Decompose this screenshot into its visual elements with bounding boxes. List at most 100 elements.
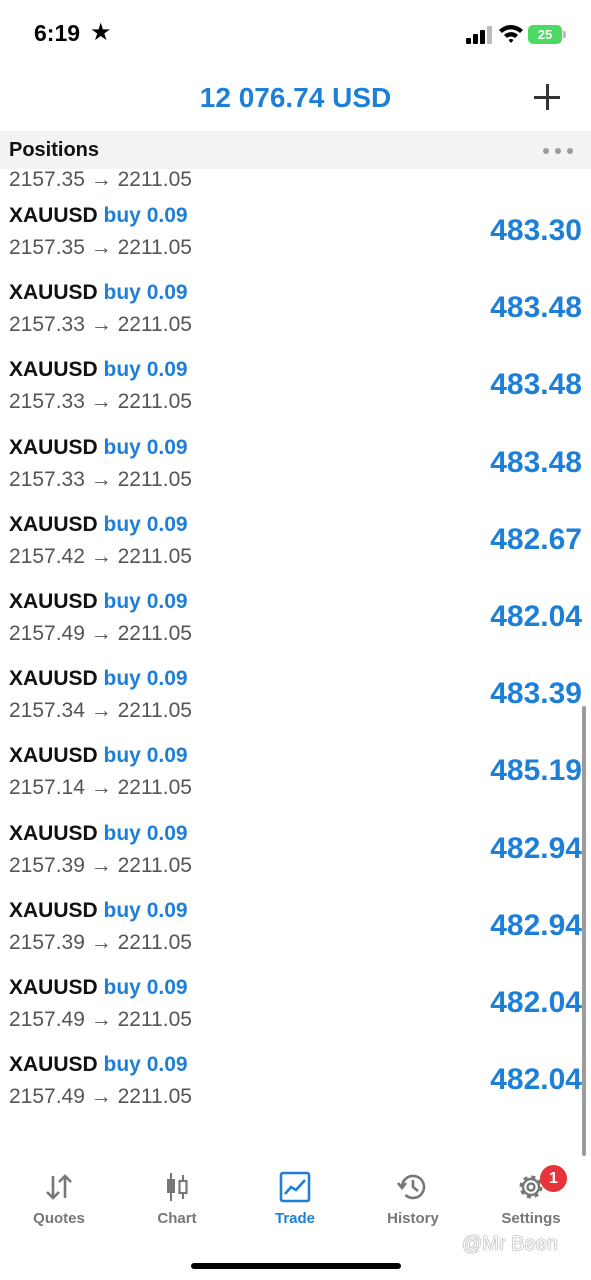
position-title: XAUUSD buy 0.09 [9, 358, 188, 382]
tab-label: Quotes [33, 1210, 85, 1227]
position-title: XAUUSD buy 0.09 [9, 822, 188, 846]
position-symbol: XAUUSD [9, 976, 98, 999]
position-profit: 482.94 [490, 831, 582, 865]
positions-list[interactable]: 2157.35 → 2211.05 XAUUSD buy 0.09 2157.35… [0, 140, 591, 1140]
position-symbol: XAUUSD [9, 204, 98, 227]
tab-label: Chart [157, 1210, 197, 1227]
position-profit: 482.04 [490, 600, 582, 633]
list-item[interactable]: XAUUSD buy 0.09 2157.33 → 2211.05 483.48 [0, 279, 591, 356]
tab-label: Settings [501, 1210, 561, 1227]
battery-icon: 25 [528, 25, 562, 44]
position-direction: buy 0.09 [103, 898, 188, 922]
position-direction: buy 0.09 [103, 976, 188, 999]
tab-quotes[interactable]: Quotes [0, 1170, 118, 1250]
position-symbol: XAUUSD [9, 667, 98, 691]
position-title: XAUUSD buy 0.09 [9, 204, 188, 228]
position-prices: 2157.35 → 2211.05 [9, 236, 192, 259]
position-symbol: XAUUSD [9, 1053, 98, 1077]
list-item[interactable]: XAUUSD buy 0.09 2157.14 → 2211.05 485.19 [0, 742, 591, 819]
position-prices: 2157.49 → 2211.05 [9, 1008, 192, 1031]
position-direction: buy 0.09 [103, 1053, 188, 1077]
tab-trade[interactable]: Trade [236, 1170, 354, 1250]
star-icon: ★ [90, 19, 112, 46]
position-prices: 2157.49 → 2211.05 [9, 1085, 192, 1109]
position-profit: 483.48 [490, 445, 582, 479]
tab-label: Trade [274, 1210, 316, 1227]
position-profit: 482.94 [490, 908, 582, 942]
position-symbol: XAUUSD [9, 744, 98, 768]
quotes-arrows-icon [46, 1174, 72, 1200]
position-direction: buy 0.09 [103, 821, 188, 845]
position-symbol: XAUUSD [9, 898, 98, 922]
position-profit: 482.67 [490, 522, 582, 556]
position-profit: 483.39 [490, 677, 582, 711]
position-prices: 2157.34 → 2211.05 [9, 699, 192, 723]
position-profit: 482.04 [490, 986, 582, 1019]
tab-chart[interactable]: Chart [118, 1170, 236, 1250]
position-prices: 2157.33 → 2211.05 [9, 313, 192, 337]
position-symbol: XAUUSD [9, 590, 98, 613]
position-title: XAUUSD buy 0.09 [9, 899, 188, 923]
position-profit: 483.48 [490, 368, 582, 402]
position-symbol: XAUUSD [9, 358, 98, 382]
history-clock-icon [396, 1174, 426, 1200]
position-profit: 485.19 [490, 754, 582, 788]
position-prices: 2157.49 → 2211.05 [9, 622, 192, 645]
position-profit: 482.04 [490, 1063, 582, 1097]
list-item[interactable]: XAUUSD buy 0.09 2157.39 → 2211.05 482.94 [0, 820, 591, 897]
positions-section-header: Positions [0, 131, 591, 169]
position-title: XAUUSD buy 0.09 [9, 513, 188, 537]
position-direction: buy 0.09 [103, 667, 188, 691]
signal-icon [466, 26, 492, 44]
position-direction: buy 0.09 [103, 204, 188, 227]
trade-chart-icon [279, 1171, 311, 1203]
list-item[interactable]: XAUUSD buy 0.09 2157.49 → 2211.05 482.04 [0, 974, 591, 1051]
list-item[interactable]: XAUUSD buy 0.09 2157.49 → 2211.05 482.04 [0, 588, 591, 665]
position-direction: buy 0.09 [103, 281, 188, 305]
list-item[interactable]: XAUUSD buy 0.09 2157.34 → 2211.05 483.39 [0, 665, 591, 742]
account-balance: 12 076.74 USD [199, 82, 392, 113]
battery-tip [563, 31, 566, 38]
status-time: 6:19 [34, 20, 81, 46]
watermark: @Mr Been [462, 1233, 558, 1255]
list-item[interactable]: XAUUSD buy 0.09 2157.42 → 2211.05 482.67 [0, 511, 591, 588]
position-symbol: XAUUSD [9, 281, 98, 305]
home-indicator[interactable] [191, 1263, 401, 1269]
position-symbol: XAUUSD [9, 435, 98, 459]
list-item[interactable]: XAUUSD buy 0.09 2157.33 → 2211.05 483.48 [0, 434, 591, 511]
position-prices: 2157.39 → 2211.05 [9, 853, 192, 877]
position-symbol: XAUUSD [9, 512, 98, 536]
candlestick-icon [167, 1173, 188, 1201]
tab-bar: Quotes Chart Trade History Settings [0, 1160, 591, 1280]
position-title: XAUUSD buy 0.09 [9, 1053, 188, 1077]
list-item[interactable]: XAUUSD buy 0.09 2157.39 → 2211.05 482.94 [0, 897, 591, 974]
position-prices: 2157.33 → 2211.05 [9, 467, 192, 491]
tab-label: History [387, 1210, 439, 1227]
section-title: Positions [9, 139, 100, 161]
position-title: XAUUSD buy 0.09 [9, 667, 188, 691]
ellipsis-icon[interactable] [543, 148, 573, 154]
tab-history[interactable]: History [354, 1170, 472, 1250]
position-prices: 2157.33 → 2211.05 [9, 390, 192, 414]
position-title: XAUUSD buy 0.09 [9, 436, 188, 460]
app-header: 12 076.74 USD [0, 70, 591, 130]
list-item[interactable]: XAUUSD buy 0.09 2157.35 → 2211.05 483.30 [0, 202, 591, 279]
position-profit: 483.30 [490, 214, 582, 247]
plus-icon[interactable] [530, 80, 564, 114]
position-title: XAUUSD buy 0.09 [9, 744, 188, 768]
position-prices: 2157.35 → 2211.05 [9, 168, 192, 191]
scrollbar[interactable] [582, 706, 586, 1156]
list-item[interactable]: XAUUSD buy 0.09 2157.49 → 2211.05 482.04 [0, 1051, 591, 1128]
position-direction: buy 0.09 [103, 435, 188, 459]
position-prices: 2157.14 → 2211.05 [9, 776, 192, 800]
position-symbol: XAUUSD [9, 821, 98, 845]
position-prices: 2157.42 → 2211.05 [9, 544, 192, 568]
position-title: XAUUSD buy 0.09 [9, 281, 188, 305]
position-title: XAUUSD buy 0.09 [9, 590, 188, 614]
wifi-icon [499, 25, 523, 43]
position-direction: buy 0.09 [103, 590, 188, 613]
list-item[interactable]: XAUUSD buy 0.09 2157.33 → 2211.05 483.48 [0, 356, 591, 433]
position-direction: buy 0.09 [103, 512, 188, 536]
position-direction: buy 0.09 [103, 744, 188, 768]
position-prices: 2157.39 → 2211.05 [9, 930, 192, 954]
